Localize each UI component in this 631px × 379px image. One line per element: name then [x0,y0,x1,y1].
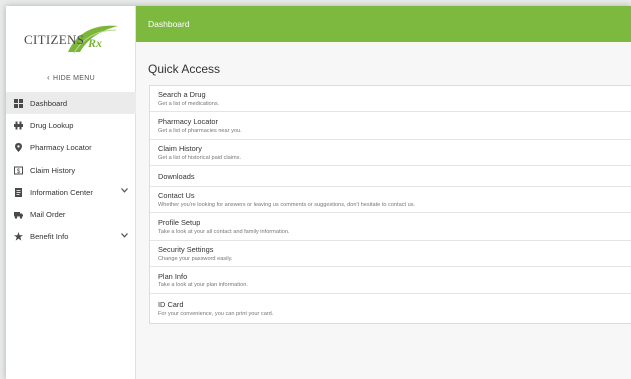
quick-access-item-description: Take a look at your all contact and fami… [158,228,290,235]
quick-access-item-title: ID Card [158,300,184,310]
quick-access-item-security-settings[interactable]: Security Settings Change your password ea… [150,241,631,267]
quick-access-item-title: Search a Drug [158,90,206,100]
map-pin-icon [14,143,23,153]
quick-access-item-id-card[interactable]: ID Card For your convenience, you can pri… [150,294,631,323]
sidebar-item-pharmacy-locator[interactable]: Pharmacy Locator [6,137,136,159]
quick-access-item-title: Downloads [158,171,195,181]
quick-access-item-description: Get a list of medications. [158,100,220,107]
sidebar-item-label: Information Center [30,187,93,197]
sidebar-item-claim-history[interactable]: $ Claim History [6,159,136,181]
quick-access-item-title: Plan Info [158,271,188,281]
sidebar: CITIZENS Rx ‹ HIDE MENU Dashboard Drug Loo… [6,6,136,379]
quick-access-item-title: Profile Setup [158,218,201,228]
pill-icon [14,121,23,130]
citizens-rx-logo[interactable]: CITIZENS Rx [24,20,120,60]
dashboard-icon [14,98,23,108]
hide-menu-button[interactable]: ‹ HIDE MENU [6,73,136,82]
sidebar-item-dashboard[interactable]: Dashboard [6,92,136,115]
chevron-down-icon[interactable] [121,232,128,240]
chevron-left-icon: ‹ [47,73,50,82]
quick-access-item-pharmacy-locator[interactable]: Pharmacy Locator Get a list of pharmacies… [150,112,631,140]
quick-access-item-title: Contact Us [158,191,195,201]
quick-access-item-title: Pharmacy Locator [158,117,218,127]
app-window: CITIZENS Rx ‹ HIDE MENU Dashboard Drug Loo… [6,6,631,379]
page-header-title: Dashboard [148,19,190,29]
sidebar-item-mail-order[interactable]: Mail Order [6,203,136,225]
quick-access-item-description: Take a look at your plan information. [158,282,248,289]
document-icon [14,187,23,197]
quick-access-item-description: For your convenience, you can print your… [158,310,274,317]
sidebar-item-label: Pharmacy Locator [30,143,92,153]
quick-access-heading: Quick Access [148,62,221,76]
quick-access-item-description: Whether you're looking for answers or le… [158,201,416,208]
quick-access-item-search-a-drug[interactable]: Search a Drug Get a list of medications. [150,86,631,112]
quick-access-item-claim-history[interactable]: Claim History Get a list of historical pa… [150,140,631,166]
logo-text: CITIZENS [24,32,85,47]
quick-access-item-downloads[interactable]: Downloads [150,166,631,187]
sidebar-item-label: Claim History [30,165,76,175]
hide-menu-label: HIDE MENU [52,75,95,82]
sidebar-item-label: Drug Lookup [30,120,74,130]
truck-icon [14,210,23,219]
quick-access-list: Search a Drug Get a list of medications. P… [149,85,631,324]
sidebar-item-label: Mail Order [30,210,66,220]
quick-access-item-profile-setup[interactable]: Profile Setup Take a look at your all con… [150,213,631,241]
quick-access-item-description: Change your password easily. [158,255,233,262]
quick-access-item-description: Get a list of historical paid claims. [158,154,242,161]
quick-access-item-description: Get a list of pharmacies near you. [158,127,242,134]
quick-access-item-title: Security Settings [158,245,214,255]
sidebar-item-benefit-info[interactable]: Benefit Info [6,226,136,248]
sidebar-nav: Dashboard Drug Lookup Pharmacy Locator $ Cla… [6,92,136,248]
top-bar: Dashboard [136,6,631,42]
quick-access-item-contact-us[interactable]: Contact Us Whether you're looking for ans… [150,187,631,213]
star-icon [14,232,23,242]
sidebar-item-label: Dashboard [30,98,68,108]
sidebar-item-drug-lookup[interactable]: Drug Lookup [6,114,136,136]
quick-access-item-title: Claim History [158,144,202,154]
logo-rx: Rx [88,36,103,50]
sidebar-item-label: Benefit Info [30,232,69,242]
chevron-down-icon[interactable] [121,188,128,195]
quick-access-item-plan-info[interactable]: Plan Info Take a look at your plan inform… [150,267,631,294]
sidebar-item-information-center[interactable]: Information Center [6,181,136,203]
dollar-icon: $ [14,166,23,175]
